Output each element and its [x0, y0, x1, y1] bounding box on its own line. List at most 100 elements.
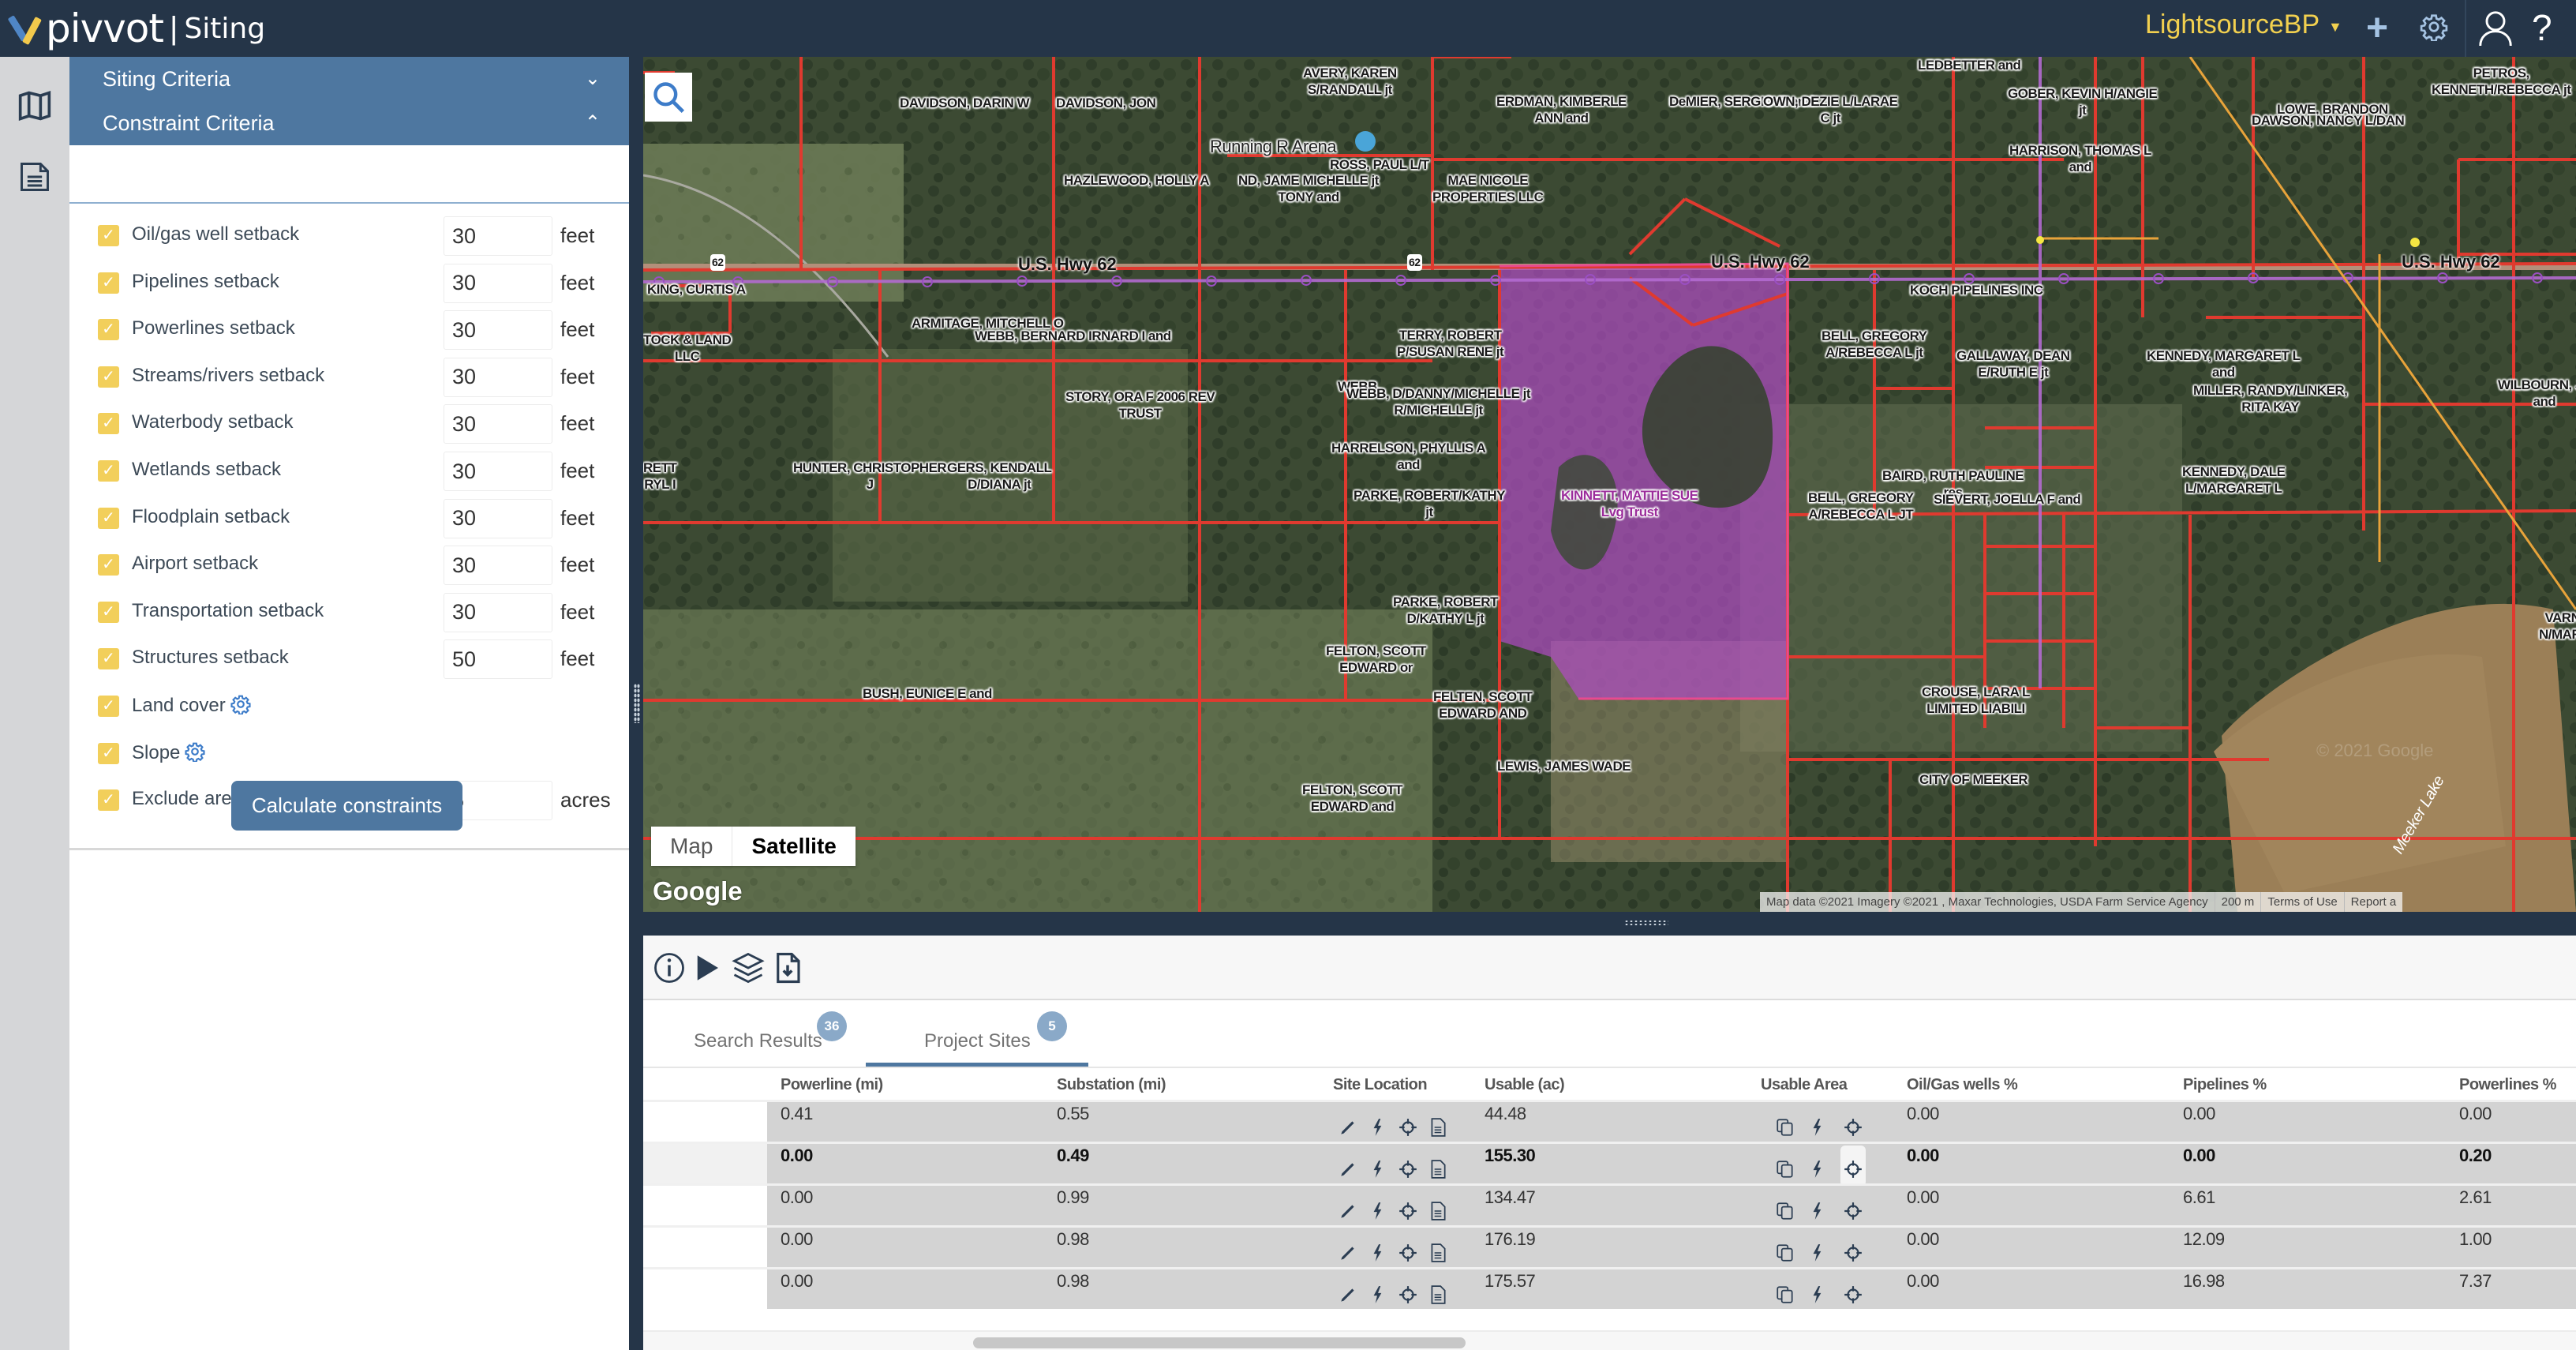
- parcel-owner-label[interactable]: FELTON, SCOTT EDWARD or: [1326, 643, 1426, 676]
- locate-crosshair-icon[interactable]: [1843, 1158, 1863, 1180]
- organization-selector[interactable]: LightsourceBP: [2145, 9, 2320, 40]
- parcel-owner-label[interactable]: HUNTER, CHRISTOPHER J: [793, 459, 947, 493]
- criterion-checkbox[interactable]: ✓: [98, 742, 119, 764]
- column-header[interactable]: Powerline (mi): [781, 1076, 883, 1094]
- parcel-owner-label[interactable]: AVERY, KAREN S/RANDALL jt: [1303, 65, 1397, 98]
- parcel-owner-label[interactable]: KINNETT, MATTIE SUE Lvg Trust: [1561, 487, 1698, 520]
- parcel-owner-label[interactable]: GOBER, KEVIN H/ANGIE jt: [2008, 85, 2158, 118]
- criterion-value-input[interactable]: [444, 452, 552, 491]
- column-header[interactable]: Usable Area: [1761, 1076, 1848, 1094]
- locate-crosshair-icon[interactable]: [1843, 1284, 1863, 1306]
- criterion-checkbox[interactable]: ✓: [98, 460, 119, 482]
- criterion-value-input[interactable]: [444, 639, 552, 680]
- help-icon[interactable]: ?: [2532, 6, 2552, 49]
- parcel-owner-label[interactable]: STORY, ORA F 2006 REV TRUST: [1065, 388, 1215, 422]
- column-header[interactable]: Site Location: [1333, 1076, 1428, 1094]
- map-search-button[interactable]: [645, 73, 692, 122]
- report-link[interactable]: Report a: [2345, 892, 2403, 912]
- parcel-owner-label[interactable]: HARRISON, THOMAS L and: [2009, 142, 2151, 175]
- parcel-owner-label[interactable]: MILLER, RANDY/LINKER, RITA KAY: [2193, 382, 2348, 415]
- edit-pencil-icon[interactable]: [1338, 1158, 1358, 1180]
- constraint-criteria-header[interactable]: Constraint Criteria ⌃: [69, 101, 629, 145]
- map-type-satellite-button[interactable]: Satellite: [732, 827, 855, 866]
- tab-search-results[interactable]: Search Results 36: [694, 1011, 847, 1052]
- parcel-owner-label[interactable]: KING, CURTIS A: [647, 281, 746, 298]
- table-row[interactable]: 0.00 0.49 155.30 0.00 0.00 0.20: [643, 1142, 2576, 1187]
- report-document-icon[interactable]: [1428, 1242, 1448, 1264]
- settings-gear-icon[interactable]: [230, 694, 251, 714]
- locate-crosshair-icon[interactable]: [1398, 1242, 1418, 1264]
- parcel-owner-label[interactable]: VARNER, N/MARTHA: [2539, 609, 2576, 643]
- parcel-owner-label[interactable]: TERRY, ROBERT P/SUSAN RENE jt: [1397, 327, 1504, 360]
- bottom-panel-resize-handle[interactable]: [643, 912, 2576, 936]
- parcel-owner-label[interactable]: BELL, GREGORY A/REBECCA L jt: [1822, 328, 1927, 361]
- locate-crosshair-icon[interactable]: [1398, 1284, 1418, 1306]
- parcel-owner-label[interactable]: WILBOURN, JE and: [2498, 377, 2576, 410]
- chevron-up-icon[interactable]: ⌃: [585, 101, 601, 145]
- parcel-owner-label[interactable]: LEWIS, JAMES WADE: [1497, 758, 1631, 774]
- horizontal-scrollbar[interactable]: [643, 1330, 2576, 1350]
- parcel-owner-label[interactable]: DAWSON, NANCY L/DAN: [2252, 112, 2405, 129]
- criterion-checkbox[interactable]: ✓: [98, 554, 119, 576]
- criterion-checkbox[interactable]: ✓: [98, 272, 119, 294]
- parcel-owner-label[interactable]: FELTON, SCOTT EDWARD and: [1302, 782, 1402, 815]
- parcel-owner-label[interactable]: KOCH PIPELINES INC: [1910, 282, 2043, 298]
- table-row[interactable]: 0.41 0.55 44.48 0.00 0.00 0.00: [643, 1100, 2576, 1142]
- parcel-owner-label[interactable]: RETT RYL I: [643, 459, 677, 493]
- power-bolt-icon[interactable]: [1807, 1158, 1828, 1180]
- parcel-owner-label[interactable]: ND, JAME MICHELLE jt TONY and: [1238, 172, 1379, 205]
- parcel-owner-label[interactable]: KENNEDY, MARGARET L and: [2147, 347, 2301, 381]
- criterion-value-input[interactable]: [444, 592, 552, 632]
- column-header[interactable]: Powerlines %: [2459, 1076, 2556, 1094]
- criterion-checkbox[interactable]: ✓: [98, 225, 119, 246]
- edit-pencil-icon[interactable]: [1338, 1284, 1358, 1306]
- locate-crosshair-icon[interactable]: [1843, 1200, 1863, 1222]
- locate-crosshair-icon[interactable]: [1843, 1116, 1863, 1138]
- locate-crosshair-icon[interactable]: [1398, 1116, 1418, 1138]
- siting-criteria-header[interactable]: Siting Criteria ⌄: [69, 57, 629, 101]
- map-icon[interactable]: [17, 88, 52, 123]
- power-bolt-icon[interactable]: [1807, 1284, 1828, 1306]
- poi-label[interactable]: Running R Arena: [1210, 138, 1337, 156]
- criterion-checkbox[interactable]: ✓: [98, 696, 119, 717]
- edit-pencil-icon[interactable]: [1338, 1200, 1358, 1222]
- criterion-value-input[interactable]: [444, 263, 552, 303]
- map-view[interactable]: AVERY, KAREN S/RANDALL jt DAVIDSON, DARIN…: [643, 57, 2576, 912]
- criterion-checkbox[interactable]: ✓: [98, 648, 119, 670]
- copy-layers-icon[interactable]: [1775, 1158, 1795, 1180]
- gear-icon[interactable]: [2420, 13, 2448, 41]
- plus-icon[interactable]: +: [2366, 6, 2388, 50]
- table-row[interactable]: 0.00 0.98 175.57 0.00 16.98 7.37: [643, 1267, 2576, 1309]
- column-header[interactable]: Pipelines %: [2183, 1076, 2267, 1094]
- criterion-value-input[interactable]: [444, 498, 552, 538]
- info-icon[interactable]: [653, 951, 686, 984]
- parcel-owner-label[interactable]: DAVIDSON, DARIN W: [900, 95, 1030, 111]
- table-row[interactable]: 0.00 0.98 176.19 0.00 12.09 1.00: [643, 1225, 2576, 1267]
- criterion-checkbox[interactable]: ✓: [98, 319, 119, 341]
- copy-layers-icon[interactable]: [1775, 1284, 1795, 1306]
- document-icon[interactable]: [17, 159, 52, 194]
- app-logo[interactable]: pivvot | Siting: [7, 5, 265, 52]
- report-document-icon[interactable]: [1428, 1284, 1448, 1306]
- parcel-owner-label[interactable]: TOCK & LAND LLC: [643, 332, 732, 365]
- play-icon[interactable]: [691, 951, 724, 984]
- report-document-icon[interactable]: [1428, 1116, 1448, 1138]
- criterion-value-input[interactable]: [444, 404, 552, 444]
- parcel-owner-label[interactable]: WEBB, BERNARD IRNARD I and: [975, 328, 1171, 344]
- criterion-value-input[interactable]: [444, 546, 552, 586]
- criterion-value-input[interactable]: [444, 310, 552, 351]
- edit-pencil-icon[interactable]: [1338, 1116, 1358, 1138]
- column-header[interactable]: Usable (ac): [1485, 1076, 1565, 1094]
- parcel-owner-label[interactable]: KENNEDY, DALE L/MARGARET L: [2182, 463, 2286, 497]
- criterion-checkbox[interactable]: ✓: [98, 601, 119, 623]
- criterion-checkbox[interactable]: ✓: [98, 507, 119, 529]
- map-type-map-button[interactable]: Map: [651, 827, 733, 866]
- edit-pencil-icon[interactable]: [1338, 1242, 1358, 1264]
- parcel-owner-label[interactable]: OWN, DEZIE L/LARAE C jt: [1763, 93, 1898, 126]
- parcel-owner-label[interactable]: MAE NICOLE PROPERTIES LLC: [1432, 172, 1544, 205]
- table-row[interactable]: 0.00 0.99 134.47 0.00 6.61 2.61: [643, 1183, 2576, 1225]
- criterion-checkbox[interactable]: ✓: [98, 413, 119, 435]
- report-document-icon[interactable]: [1428, 1200, 1448, 1222]
- copy-layers-icon[interactable]: [1775, 1200, 1795, 1222]
- parcel-owner-label[interactable]: WEBB, D/DANNY/MICHELLE jt R/MICHELLE jt: [1346, 385, 1531, 418]
